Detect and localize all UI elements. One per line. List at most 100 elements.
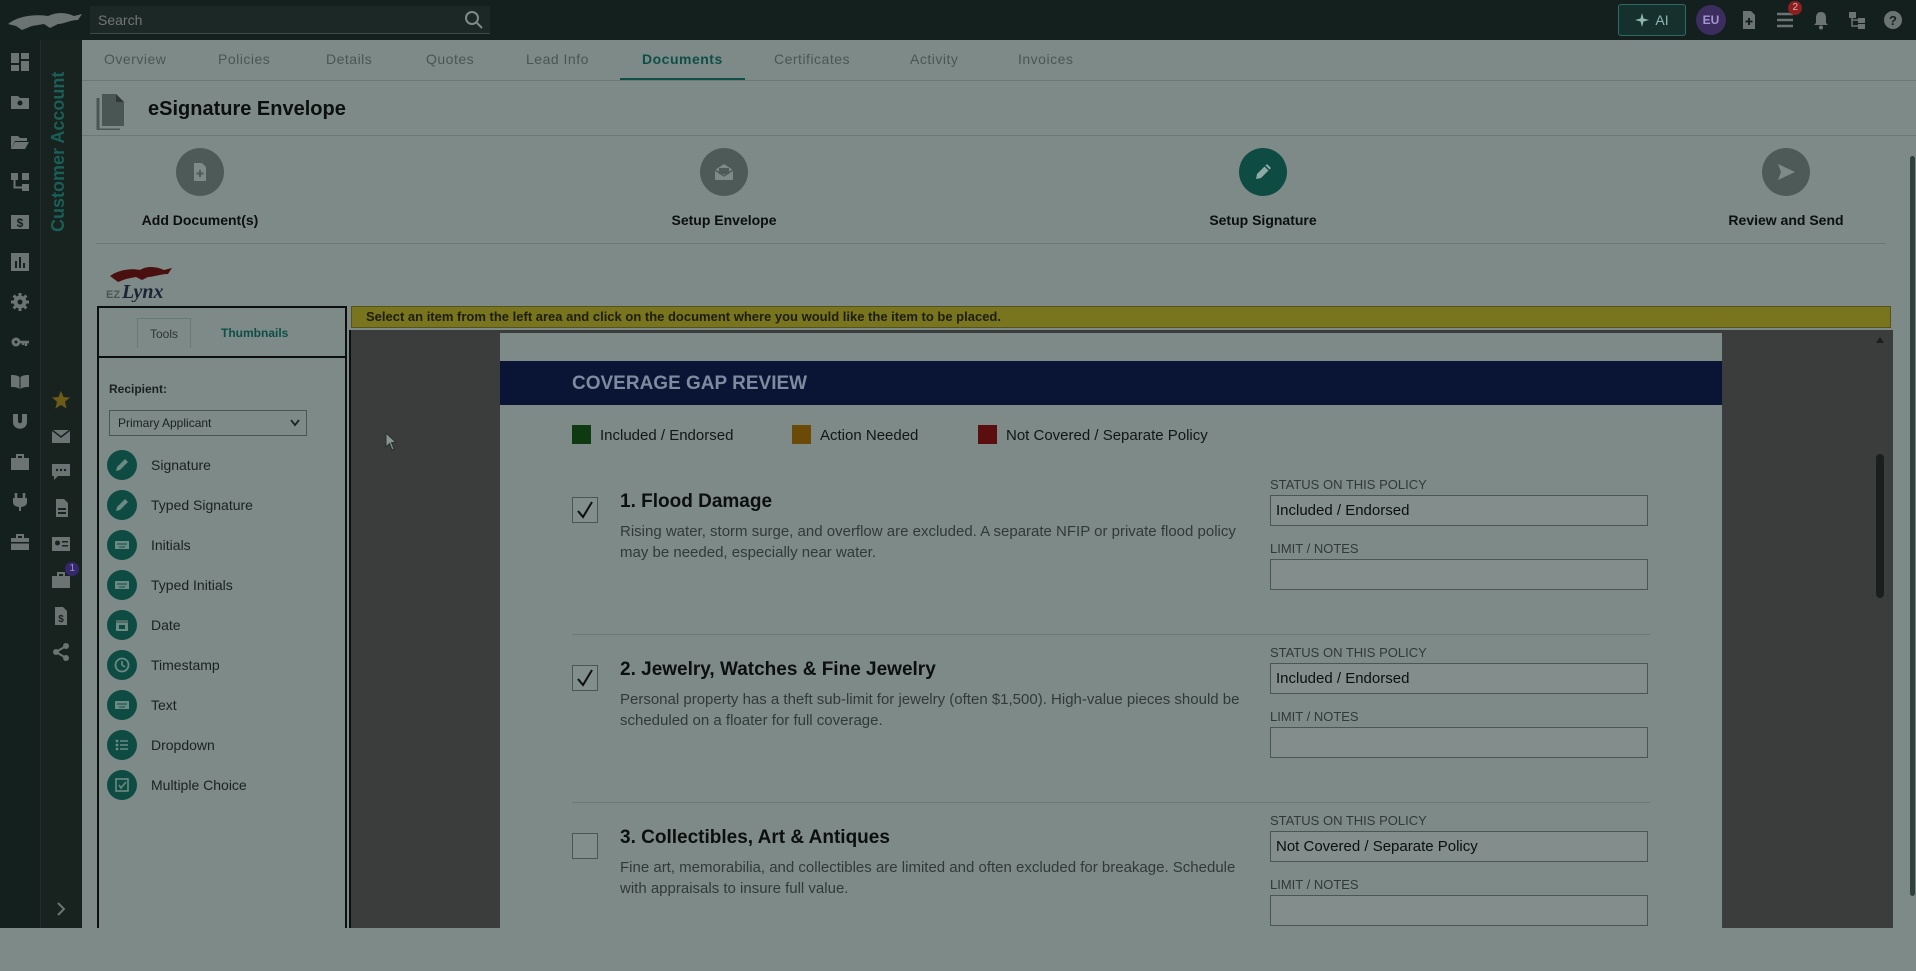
ai-button[interactable]: AI (1618, 4, 1686, 36)
user-avatar[interactable]: EU (1696, 5, 1726, 35)
search-input[interactable] (90, 6, 450, 34)
coverage-checkbox[interactable] (572, 833, 598, 859)
coverage-checkbox[interactable] (572, 665, 598, 691)
page-title: eSignature Envelope (148, 98, 346, 120)
tasks-button[interactable]: 1 (49, 562, 79, 592)
search-icon[interactable] (464, 10, 484, 30)
tool-initials[interactable]: Initials (107, 530, 327, 562)
tab-invoices[interactable]: Invoices (996, 40, 1095, 80)
coverage-header-bar: COVERAGE GAP REVIEW (500, 361, 1722, 405)
viewer-scrollbar[interactable] (1872, 334, 1888, 928)
workflow-icon (11, 173, 29, 191)
tab-certificates[interactable]: Certificates (752, 40, 872, 80)
nav-keys[interactable] (8, 330, 32, 354)
tool-typed-initials[interactable]: Typed Initials (107, 570, 327, 602)
recipient-select[interactable]: Primary Applicant (109, 410, 307, 436)
nav-commercial[interactable] (8, 450, 32, 474)
tool-label: Signature (151, 457, 211, 473)
add-document-button[interactable] (1736, 7, 1762, 33)
invoice-button[interactable]: $ (49, 604, 73, 628)
step-setup-signature[interactable]: Setup Signature (1163, 148, 1363, 228)
tab-quotes[interactable]: Quotes (404, 40, 496, 80)
envelope-steps: Add Document(s) Setup Envelope Setup Sig… (96, 140, 1886, 244)
ezlynx-cat-logo[interactable] (4, 6, 84, 34)
step-circle-active (1239, 148, 1287, 196)
nav-settings[interactable] (8, 290, 32, 314)
step-setup-envelope[interactable]: Setup Envelope (624, 148, 824, 228)
share-button[interactable] (49, 640, 73, 664)
tab-overview[interactable]: Overview (82, 40, 188, 80)
nav-reports[interactable] (8, 250, 32, 274)
nav-workflow[interactable] (8, 170, 32, 194)
tab-details[interactable]: Details (304, 40, 394, 80)
tab-policies[interactable]: Policies (196, 40, 292, 80)
nav-toolbox[interactable] (8, 530, 32, 554)
status-field[interactable]: Included / Endorsed (1270, 663, 1648, 694)
tool-label: Typed Initials (151, 577, 233, 593)
nav-plugins[interactable] (8, 490, 32, 514)
notes-field[interactable] (1270, 559, 1648, 590)
contact-card-button[interactable] (49, 532, 73, 556)
svg-text:Lynx: Lynx (121, 281, 163, 302)
notes-field[interactable] (1270, 895, 1648, 926)
step-add-documents[interactable]: Add Document(s) (100, 148, 300, 228)
favorite-button[interactable] (49, 388, 73, 412)
email-button[interactable] (49, 424, 73, 448)
chevron-right-icon[interactable] (52, 900, 70, 918)
status-field[interactable]: Included / Endorsed (1270, 495, 1648, 526)
mouse-cursor-icon (385, 432, 398, 451)
coverage-checkbox[interactable] (572, 497, 598, 523)
step-label: Review and Send (1728, 212, 1844, 228)
coverage-item-description: Fine art, memorabilia, and collectibles … (620, 859, 1236, 897)
tool-label: Dropdown (151, 737, 215, 753)
step-review-and-send[interactable]: Review and Send (1686, 148, 1886, 228)
print-button[interactable] (49, 496, 73, 520)
page-scrollbar[interactable] (1908, 136, 1916, 928)
nav-library[interactable] (8, 370, 32, 394)
tab-lead-info[interactable]: Lead Info (504, 40, 611, 80)
tab-tools[interactable]: Tools (137, 318, 192, 348)
tool-dropdown[interactable]: Dropdown (107, 730, 327, 762)
tool-text[interactable]: Text (107, 690, 327, 722)
help-button[interactable]: ? (1880, 7, 1906, 33)
legend-label: Not Covered / Separate Policy (1006, 427, 1208, 444)
tool-multiple-choice[interactable]: Multiple Choice (107, 770, 327, 802)
scroll-thumb[interactable] (1876, 454, 1884, 598)
tool-typed-signature[interactable]: Typed Signature (107, 490, 327, 522)
tasks-button[interactable]: 2 (1772, 1, 1802, 33)
nav-dashboard[interactable] (8, 50, 32, 74)
ezlynx-logo: EZ Lynx (106, 267, 172, 302)
notes-field[interactable] (1270, 727, 1648, 758)
nav-billing[interactable]: $ (8, 210, 32, 234)
status-field[interactable]: Not Covered / Separate Policy (1270, 831, 1648, 862)
coverage-item-title: 2. Jewelry, Watches & Fine Jewelry (620, 659, 936, 680)
notifications-button[interactable] (1808, 7, 1834, 33)
bar-chart-icon (11, 253, 29, 271)
tab-thumbnails[interactable]: Thumbnails (209, 318, 300, 348)
messages-button[interactable] (49, 460, 73, 484)
nav-integrations[interactable] (8, 410, 32, 434)
nav-folders[interactable] (8, 130, 32, 154)
tasks-count-badge: 1 (65, 562, 79, 576)
document-page[interactable]: COVERAGE GAP REVIEW Included / Endorsed … (500, 333, 1722, 928)
top-right-actions: AI EU 2 ? (1618, 0, 1916, 40)
coverage-item-jewelry: 2. Jewelry, Watches & Fine Jewelry Perso… (500, 635, 1722, 803)
id-card-icon (52, 537, 70, 551)
tool-signature[interactable]: Signature (107, 450, 327, 482)
tab-activity[interactable]: Activity (888, 40, 980, 80)
step-label: Setup Signature (1209, 212, 1317, 228)
tool-date[interactable]: Date (107, 610, 327, 642)
step-label: Add Document(s) (141, 212, 259, 228)
notes-label: LIMIT / NOTES (1270, 709, 1359, 724)
step-circle (1762, 148, 1810, 196)
ai-label: AI (1655, 12, 1669, 28)
scroll-up-arrow-icon[interactable] (1875, 336, 1885, 344)
tool-timestamp[interactable]: Timestamp (107, 650, 327, 682)
tab-documents[interactable]: Documents (620, 40, 745, 80)
status-label: STATUS ON THIS POLICY (1270, 645, 1427, 660)
status-label: STATUS ON THIS POLICY (1270, 477, 1427, 492)
org-chart-button[interactable] (1844, 7, 1870, 33)
page-scroll-thumb[interactable] (1910, 156, 1915, 896)
key-icon (11, 337, 29, 347)
nav-contacts[interactable] (8, 90, 32, 114)
